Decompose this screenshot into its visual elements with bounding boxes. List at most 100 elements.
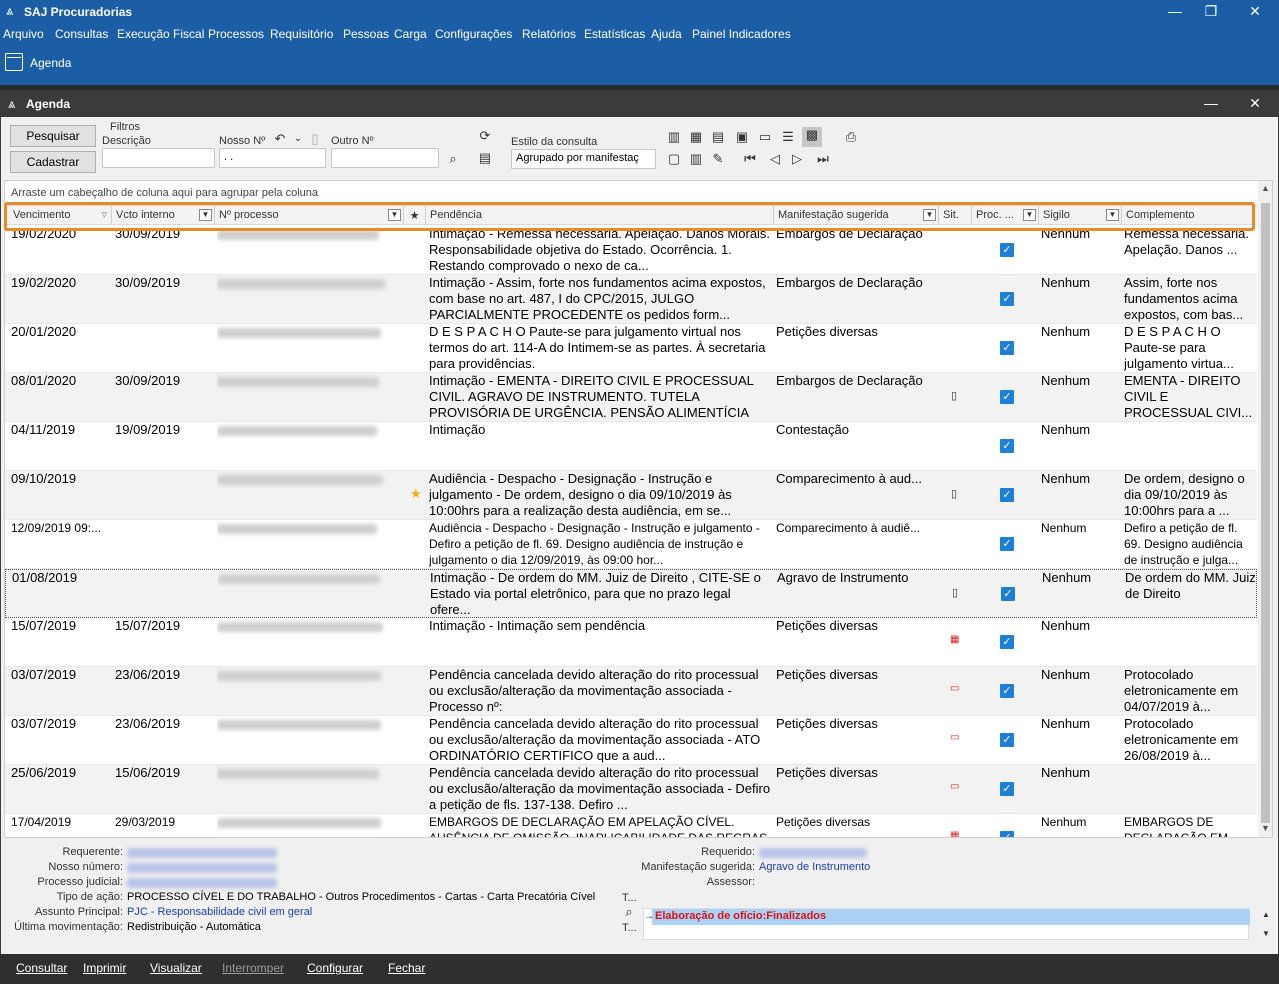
column-header-3[interactable]: ★ — [404, 206, 426, 225]
visualizar-button[interactable]: Visualizar — [150, 961, 202, 975]
form-icon[interactable]: ▤ — [710, 129, 726, 145]
table-row[interactable]: 15/07/2019 15/07/2019 Intimação - Intimaçã… — [5, 618, 1257, 667]
message-icon[interactable]: ▤ — [477, 150, 493, 166]
menu-processos[interactable]: Processos — [208, 27, 264, 41]
table-row[interactable]: 19/02/2020 30/09/2019 Intimação - Remessa … — [5, 226, 1257, 275]
agenda-toolbar-button[interactable]: Agenda — [30, 56, 71, 70]
menu-consultas[interactable]: Consultas — [55, 27, 108, 41]
sort-icon[interactable]: ▿ — [101, 208, 107, 221]
next-page-icon[interactable]: ▷ — [789, 151, 805, 167]
filter-dropdown-icon[interactable]: ▼ — [923, 209, 936, 221]
table-row[interactable]: 12/09/2019 09:... Audiência - Despacho - … — [5, 520, 1257, 569]
filter-dropdown-icon[interactable]: ▼ — [199, 209, 212, 221]
column-header-1[interactable]: Vcto interno ▼ — [112, 206, 215, 225]
estilo-select[interactable]: Agrupado por manifestaç — [511, 149, 656, 169]
first-page-icon[interactable]: ⏮ — [742, 151, 758, 167]
document-icon[interactable]: ▦ — [688, 129, 704, 145]
configurar-button[interactable]: Configurar — [307, 961, 363, 975]
proc-checkbox[interactable]: ✓ — [1000, 292, 1014, 306]
nosso-numero-field[interactable]: . . — [219, 148, 326, 168]
proc-checkbox[interactable]: ✓ — [1000, 439, 1014, 453]
minimize-icon[interactable]: — — [1160, 2, 1190, 20]
descricao-field[interactable] — [102, 148, 215, 168]
refresh-icon[interactable]: ⟳ — [477, 128, 493, 144]
tree-icon[interactable]: ▣ — [734, 129, 750, 145]
menu-arquivo[interactable]: Arquivo — [3, 27, 44, 41]
table-row[interactable]: 09/10/2019 Audiência - Despacho - Designa… — [5, 471, 1257, 520]
filter-dropdown-icon[interactable]: ▼ — [388, 209, 401, 221]
table-row[interactable]: 04/11/2019 19/09/2019 Intimação Contestação… — [5, 422, 1257, 471]
scroll-thumb[interactable] — [1261, 203, 1270, 823]
scroll-down-icon[interactable]: ▼ — [1258, 926, 1274, 942]
proc-checkbox[interactable]: ✓ — [1000, 684, 1014, 698]
detail-value[interactable]: Agravo de Instrumento — [759, 861, 870, 873]
column-header-4[interactable]: Pendência — [426, 206, 774, 225]
table-row[interactable]: 20/01/2020 D E S P A C H O Paute-se para … — [5, 324, 1257, 373]
list-icon[interactable]: ☰ — [780, 129, 796, 145]
column-header-5[interactable]: Manifestação sugerida ▼ — [774, 206, 939, 225]
column-header-6[interactable]: Sit. — [939, 206, 972, 225]
detail-value[interactable]: PJC - Responsabilidade civil em geral — [127, 906, 312, 918]
table-row[interactable]: 17/04/2019 29/03/2019 EMBARGOS DE DECLARAÇ… — [5, 814, 1257, 837]
delete-icon[interactable]: ▥ — [688, 151, 704, 167]
pesquisar-button[interactable]: Pesquisar — [10, 125, 96, 147]
save-icon[interactable]: ▢ — [666, 151, 682, 167]
table-row[interactable]: 25/06/2019 15/06/2019 Pendência cancelada … — [5, 765, 1257, 814]
copy-icon[interactable]: ▯ — [307, 131, 323, 147]
fechar-button[interactable]: Fechar — [388, 961, 425, 975]
filter-dropdown-icon[interactable]: ▼ — [1023, 209, 1036, 221]
consultar-button[interactable]: Consultar — [16, 961, 67, 975]
proc-checkbox[interactable]: ✓ — [1000, 390, 1014, 404]
calendar-icon[interactable] — [5, 53, 23, 71]
column-header-0[interactable]: Vencimento ▿ — [9, 206, 112, 225]
grid-view-icon[interactable]: ▩ — [802, 127, 822, 147]
note-item[interactable]: Elaboração de ofício:Finalizados — [652, 909, 1250, 925]
undo-icon[interactable]: ↶ — [272, 131, 288, 147]
menu-configura-es[interactable]: Configurações — [435, 27, 512, 41]
search-icon[interactable]: ⌕ — [621, 904, 637, 920]
proc-checkbox[interactable]: ✓ — [1000, 488, 1014, 502]
prev-page-icon[interactable]: ◁ — [767, 151, 783, 167]
cadastrar-button[interactable]: Cadastrar — [10, 151, 96, 173]
split-icon[interactable]: ▭ — [757, 129, 773, 145]
proc-checkbox[interactable]: ✓ — [1000, 537, 1014, 551]
menu-relat-rios[interactable]: Relatórios — [522, 27, 576, 41]
menu-painel-indicadores[interactable]: Painel Indicadores — [692, 27, 791, 41]
restore-icon[interactable]: ❐ — [1196, 2, 1226, 20]
menu-estat-sticas[interactable]: Estatísticas — [584, 27, 645, 41]
table-row[interactable]: 03/07/2019 23/06/2019 Pendência cancelada … — [5, 667, 1257, 716]
close-icon[interactable]: ✕ — [1240, 2, 1270, 20]
column-header-2[interactable]: Nº processo ▼ — [215, 206, 404, 225]
filter-dropdown-icon[interactable]: ▼ — [1106, 209, 1119, 221]
edit-icon[interactable]: ✎ — [710, 151, 726, 167]
scroll-down-icon[interactable]: ▼ — [1260, 823, 1271, 833]
star-icon[interactable]: ★ — [410, 486, 422, 502]
print-icon[interactable]: ⎙ — [843, 129, 859, 145]
menu-execu-o-fiscal[interactable]: Execução Fiscal — [117, 27, 204, 41]
proc-checkbox[interactable]: ✓ — [1000, 831, 1014, 837]
menu-pessoas[interactable]: Pessoas — [343, 27, 389, 41]
book-icon[interactable]: ▥ — [666, 129, 682, 145]
table-row[interactable]: 08/01/2020 30/09/2019 Intimação - EMENTA -… — [5, 373, 1257, 422]
search-icon[interactable]: ⌕ — [445, 151, 461, 167]
scroll-up-icon[interactable]: ▲ — [1260, 183, 1271, 193]
close-icon[interactable]: ✕ — [1240, 94, 1270, 112]
imprimir-button[interactable]: Imprimir — [83, 961, 126, 975]
proc-checkbox[interactable]: ✓ — [1000, 782, 1014, 796]
menu-ajuda[interactable]: Ajuda — [651, 27, 682, 41]
last-page-icon[interactable]: ⏭ — [815, 151, 831, 167]
column-header-7[interactable]: Proc. ... ▼ — [972, 206, 1039, 225]
chevron-down-icon[interactable]: ⌄ — [290, 131, 306, 147]
menu-requisit-rio[interactable]: Requisitório — [270, 27, 333, 41]
table-row[interactable]: 19/02/2020 30/09/2019 Intimação - Assim, f… — [5, 275, 1257, 324]
menu-carga[interactable]: Carga — [394, 27, 427, 41]
scroll-up-icon[interactable]: ▲ — [1258, 907, 1274, 923]
table-row[interactable]: 03/07/2019 23/06/2019 Pendência cancelada … — [5, 716, 1257, 765]
column-header-9[interactable]: Complemento — [1122, 206, 1255, 225]
column-header-8[interactable]: Sigilo ▼ — [1039, 206, 1122, 225]
proc-checkbox[interactable]: ✓ — [1000, 635, 1014, 649]
table-row[interactable]: 01/08/2019 Intimação - De ordem do MM. Ju… — [5, 569, 1257, 618]
outro-numero-field[interactable] — [331, 148, 439, 168]
vertical-scrollbar[interactable]: ▲ ▼ — [1258, 181, 1272, 837]
proc-checkbox[interactable]: ✓ — [1001, 587, 1015, 601]
